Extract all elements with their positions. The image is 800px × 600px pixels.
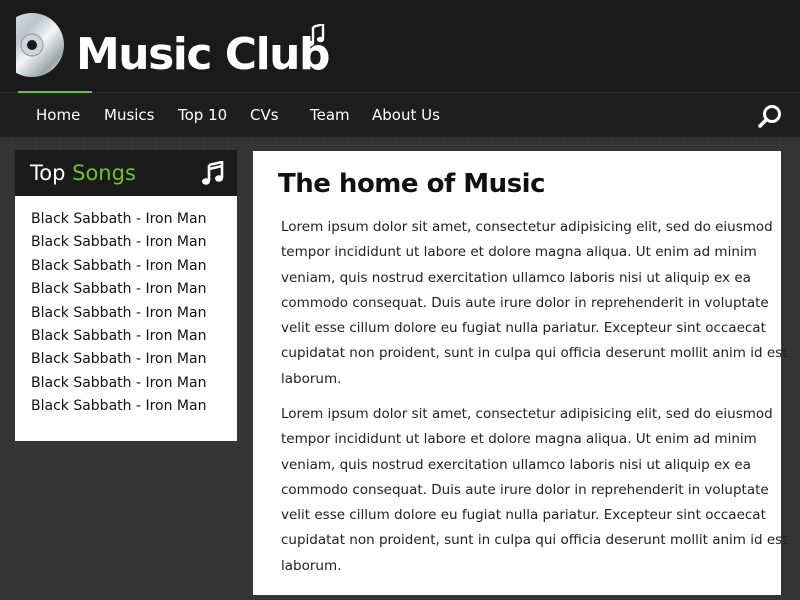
paragraph-line: veniam, quis nostrud exercitation ullamc… <box>281 456 751 473</box>
paragraph-line: commodo consequat. Duis aute irure dolor… <box>281 481 769 498</box>
main-content: The home of Music Lorem ipsum dolor sit … <box>253 151 788 595</box>
nav-item-home[interactable]: Home <box>36 93 80 137</box>
content-paragraph: Lorem ipsum dolor sit amet, consectetur … <box>281 215 788 392</box>
paragraph-line: laborum. <box>281 557 342 574</box>
paragraph-line: velit esse cillum dolore eu fugiat nulla… <box>281 320 766 337</box>
music-note-icon <box>306 24 325 47</box>
paragraph-line: cupidatat non proident, sunt in culpa qu… <box>281 532 788 549</box>
main-nav: Home Musics Top 10 CVs Team About Us <box>0 91 800 137</box>
top-songs-header: Top Songs <box>15 150 237 196</box>
paragraph-line: veniam, quis nostrud exercitation ullamc… <box>281 269 751 286</box>
nav-item-about-us[interactable]: About Us <box>372 93 440 137</box>
paragraph-line: Lorem ipsum dolor sit amet, consectetur … <box>281 219 773 235</box>
song-item[interactable]: Black Sabbath - Iron Man <box>31 231 206 254</box>
search-icon[interactable] <box>757 103 783 129</box>
nav-item-top10[interactable]: Top 10 <box>178 93 227 137</box>
paragraph-line: laborum. <box>281 370 342 387</box>
top-songs-title-plain: Top <box>30 161 66 185</box>
site-header: Music Club <box>0 0 800 92</box>
cd-disc-icon[interactable] <box>12 12 68 78</box>
song-item[interactable]: Black Sabbath - Iron Man <box>31 372 206 395</box>
song-item[interactable]: Black Sabbath - Iron Man <box>31 395 206 418</box>
song-item[interactable]: Black Sabbath - Iron Man <box>31 325 206 348</box>
paragraph-line: cupidatat non proident, sunt in culpa qu… <box>281 345 788 362</box>
top-songs-panel: Top Songs Black Sabbath - Iron Man Black… <box>15 150 237 441</box>
top-songs-list: Black Sabbath - Iron Man Black Sabbath -… <box>31 208 206 419</box>
nav-item-cvs[interactable]: CVs <box>250 93 279 137</box>
top-songs-title-accent: Songs <box>72 161 136 185</box>
song-item[interactable]: Black Sabbath - Iron Man <box>31 208 206 231</box>
song-item[interactable]: Black Sabbath - Iron Man <box>31 302 206 325</box>
page-title: The home of Music <box>278 169 546 199</box>
music-note-icon <box>202 161 224 185</box>
paragraph-line: Lorem ipsum dolor sit amet, consectetur … <box>281 406 773 422</box>
nav-item-musics[interactable]: Musics <box>104 93 155 137</box>
paragraph-line: velit esse cillum dolore eu fugiat nulla… <box>281 507 766 524</box>
content-paragraph: Lorem ipsum dolor sit amet, consectetur … <box>281 402 788 579</box>
site-title[interactable]: Music Club <box>76 26 330 84</box>
paragraph-line: tempor incididunt ut labore et dolore ma… <box>281 244 757 261</box>
paragraph-line: tempor incididunt ut labore et dolore ma… <box>281 431 757 448</box>
song-item[interactable]: Black Sabbath - Iron Man <box>31 278 206 301</box>
nav-item-team[interactable]: Team <box>310 93 350 137</box>
song-item[interactable]: Black Sabbath - Iron Man <box>31 255 206 278</box>
top-songs-title: Top Songs <box>30 150 136 196</box>
song-item[interactable]: Black Sabbath - Iron Man <box>31 348 206 371</box>
paragraph-line: commodo consequat. Duis aute irure dolor… <box>281 294 769 311</box>
